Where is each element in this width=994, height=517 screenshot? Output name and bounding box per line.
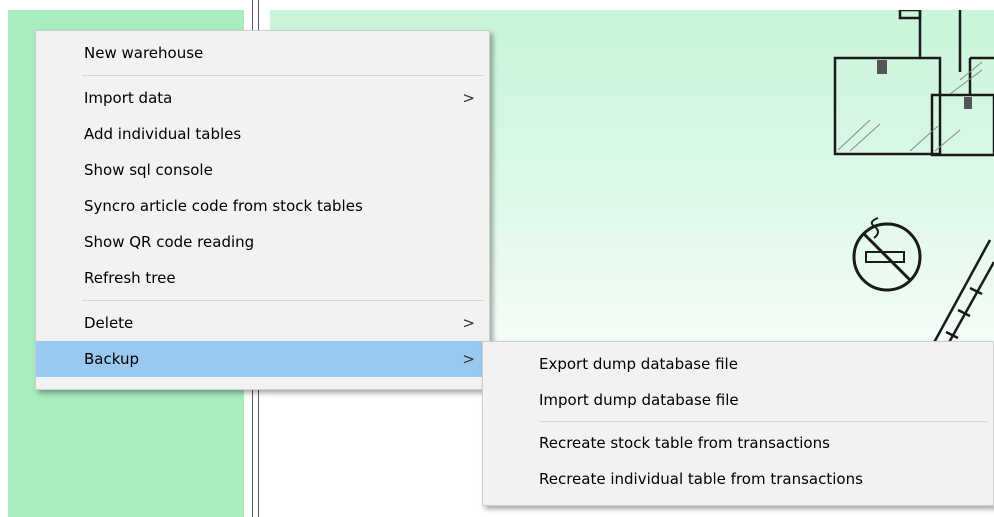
menu-item-show-sql-console[interactable]: Show sql console	[36, 152, 489, 188]
submenu-item-recreate-individual-table[interactable]: Recreate individual table from transacti…	[483, 461, 993, 497]
menu-item-add-individual-tables[interactable]: Add individual tables	[36, 116, 489, 152]
menu-item-backup[interactable]: Backup >	[36, 341, 489, 377]
menu-item-label: Recreate stock table from transactions	[539, 434, 830, 452]
backup-submenu: Export dump database file Import dump da…	[482, 341, 994, 506]
menu-item-label: Show sql console	[84, 161, 213, 179]
menu-item-label: Syncro article code from stock tables	[84, 197, 363, 215]
menu-item-syncro-article-code[interactable]: Syncro article code from stock tables	[36, 188, 489, 224]
menu-item-label: New warehouse	[84, 44, 204, 62]
context-menu: New warehouse Import data > Add individu…	[35, 30, 490, 390]
no-smoking-sign-icon	[852, 217, 922, 292]
menu-item-new-warehouse[interactable]: New warehouse	[36, 35, 489, 71]
ladder-illustration	[928, 239, 994, 356]
menu-item-label: Export dump database file	[539, 355, 738, 373]
submenu-item-recreate-stock-table[interactable]: Recreate stock table from transactions	[483, 425, 993, 461]
chevron-right-icon: >	[462, 89, 475, 107]
menu-item-label: Show QR code reading	[84, 233, 255, 251]
chevron-right-icon: >	[462, 350, 475, 368]
menu-item-label: Import data	[84, 89, 173, 107]
menu-item-label: Delete	[84, 314, 134, 332]
menu-separator	[82, 75, 483, 76]
chevron-right-icon: >	[462, 314, 475, 332]
menu-item-import-data[interactable]: Import data >	[36, 80, 489, 116]
submenu-item-export-dump[interactable]: Export dump database file	[483, 346, 993, 382]
menu-item-label: Refresh tree	[84, 269, 176, 287]
menu-item-label: Backup	[84, 350, 139, 368]
menu-item-label: Recreate individual table from transacti…	[539, 470, 863, 488]
menu-item-delete[interactable]: Delete >	[36, 305, 489, 341]
menu-item-refresh-tree[interactable]: Refresh tree	[36, 260, 489, 296]
submenu-item-import-dump[interactable]: Import dump database file	[483, 382, 993, 418]
menu-separator	[82, 300, 483, 301]
menu-item-show-qr-code-reading[interactable]: Show QR code reading	[36, 224, 489, 260]
menu-separator	[539, 421, 987, 422]
menu-item-label: Import dump database file	[539, 391, 739, 409]
menu-item-label: Add individual tables	[84, 125, 242, 143]
